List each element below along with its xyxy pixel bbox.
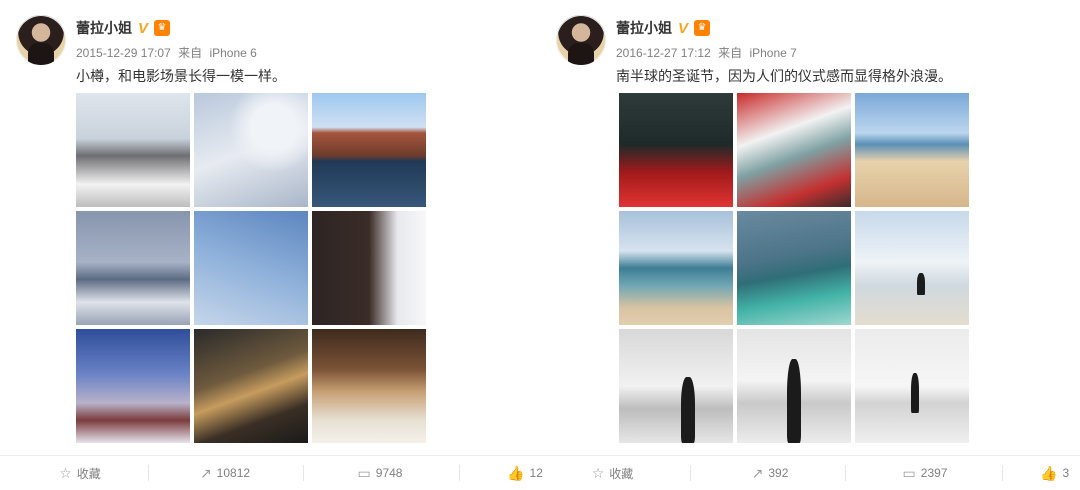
post-source: iPhone 6 bbox=[209, 46, 257, 60]
photo-thumbnail[interactable] bbox=[619, 93, 733, 207]
photo-thumbnail[interactable] bbox=[194, 329, 308, 443]
repost-button[interactable]: ↗ 10812 bbox=[160, 456, 290, 490]
photo-thumbnail[interactable] bbox=[619, 211, 733, 325]
post-meta: 2015-12-29 17:07 来自 iPhone 6 bbox=[76, 44, 261, 61]
photo-thumbnail[interactable] bbox=[737, 329, 851, 443]
star-icon: ☆ bbox=[59, 464, 72, 481]
vip-crown-icon[interactable]: ♛ bbox=[154, 20, 171, 36]
post-meta: 2016-12-27 17:12 来自 iPhone 7 bbox=[616, 44, 801, 61]
comment-button[interactable]: ▭ 2397 bbox=[860, 456, 990, 490]
action-bar: ☆ 收藏 ↗ 10812 ▭ 9748 👍 12 ☆ 收藏 ↗ 392 ▭ 23… bbox=[0, 455, 1080, 490]
photo-thumbnail[interactable] bbox=[312, 93, 426, 207]
like-count: 3 bbox=[1062, 466, 1070, 480]
photo-thumbnail[interactable] bbox=[76, 329, 190, 443]
photo-thumbnail[interactable] bbox=[312, 329, 426, 443]
divider bbox=[845, 465, 846, 481]
photo-grid bbox=[76, 93, 426, 443]
favorite-button[interactable]: ☆ 收藏 bbox=[20, 456, 140, 490]
photo-thumbnail[interactable] bbox=[855, 329, 969, 443]
person-silhouette bbox=[911, 373, 919, 413]
photo-thumbnail[interactable] bbox=[76, 211, 190, 325]
username-link[interactable]: 蕾拉小姐 bbox=[616, 18, 672, 38]
source-prefix: 来自 bbox=[718, 46, 743, 60]
vip-crown-icon[interactable]: ♛ bbox=[694, 20, 711, 36]
photo-thumbnail[interactable] bbox=[76, 93, 190, 207]
post-text: 小樽，和电影场景长得一模一样。 bbox=[76, 68, 286, 84]
photo-thumbnail[interactable] bbox=[194, 93, 308, 207]
photo-thumbnail[interactable] bbox=[855, 93, 969, 207]
comment-count: 9748 bbox=[375, 466, 403, 480]
photo-grid bbox=[619, 93, 969, 443]
photo-thumbnail[interactable] bbox=[194, 211, 308, 325]
photo-thumbnail[interactable] bbox=[619, 329, 733, 443]
verified-badge-icon: V bbox=[138, 19, 149, 37]
post-text: 南半球的圣诞节，因为人们的仪式感而显得格外浪漫。 bbox=[616, 68, 952, 84]
divider bbox=[1002, 465, 1003, 481]
avatar[interactable] bbox=[16, 15, 66, 65]
thumbs-up-icon: 👍 bbox=[1040, 464, 1058, 481]
favorite-button[interactable]: ☆ 收藏 bbox=[565, 456, 660, 490]
favorite-label: 收藏 bbox=[76, 466, 101, 481]
weibo-post-1: 蕾拉小姐 V ♛ 2015-12-29 17:07 来自 iPhone 6 小樽… bbox=[0, 0, 540, 489]
repost-button[interactable]: ↗ 392 bbox=[705, 456, 835, 490]
comment-count: 2397 bbox=[920, 466, 948, 480]
verified-badge-icon: V bbox=[678, 19, 689, 37]
divider bbox=[303, 465, 304, 481]
avatar-figure bbox=[568, 43, 594, 65]
like-button[interactable]: 👍 12 bbox=[490, 456, 560, 490]
weibo-post-2: 蕾拉小姐 V ♛ 2016-12-27 17:12 来自 iPhone 7 南半… bbox=[540, 0, 1080, 489]
divider bbox=[690, 465, 691, 481]
repost-count: 10812 bbox=[216, 466, 251, 480]
star-icon: ☆ bbox=[591, 464, 605, 481]
divider bbox=[459, 465, 460, 481]
username-link[interactable]: 蕾拉小姐 bbox=[76, 18, 132, 38]
user-header: 蕾拉小姐 V ♛ bbox=[616, 18, 711, 38]
photo-thumbnail[interactable] bbox=[737, 211, 851, 325]
like-button[interactable]: 👍 3 bbox=[1040, 456, 1080, 490]
avatar-figure bbox=[28, 43, 54, 65]
person-silhouette bbox=[787, 359, 801, 443]
repost-count: 392 bbox=[768, 466, 789, 480]
like-count: 12 bbox=[529, 466, 543, 480]
photo-thumbnail[interactable] bbox=[312, 211, 426, 325]
avatar[interactable] bbox=[556, 15, 606, 65]
share-icon: ↗ bbox=[199, 464, 212, 481]
share-icon: ↗ bbox=[751, 464, 764, 481]
comment-icon: ▭ bbox=[902, 464, 916, 481]
photo-thumbnail[interactable] bbox=[737, 93, 851, 207]
post-timestamp[interactable]: 2015-12-29 17:07 bbox=[76, 46, 171, 60]
person-silhouette bbox=[681, 377, 695, 443]
divider bbox=[148, 465, 149, 481]
post-source: iPhone 7 bbox=[749, 46, 797, 60]
thumbs-up-icon: 👍 bbox=[507, 464, 525, 481]
favorite-label: 收藏 bbox=[609, 466, 634, 481]
comment-button[interactable]: ▭ 9748 bbox=[315, 456, 445, 490]
post-timestamp[interactable]: 2016-12-27 17:12 bbox=[616, 46, 711, 60]
user-header: 蕾拉小姐 V ♛ bbox=[76, 18, 171, 38]
comment-icon: ▭ bbox=[357, 464, 371, 481]
source-prefix: 来自 bbox=[178, 46, 203, 60]
photo-thumbnail[interactable] bbox=[855, 211, 969, 325]
person-silhouette bbox=[917, 273, 925, 295]
